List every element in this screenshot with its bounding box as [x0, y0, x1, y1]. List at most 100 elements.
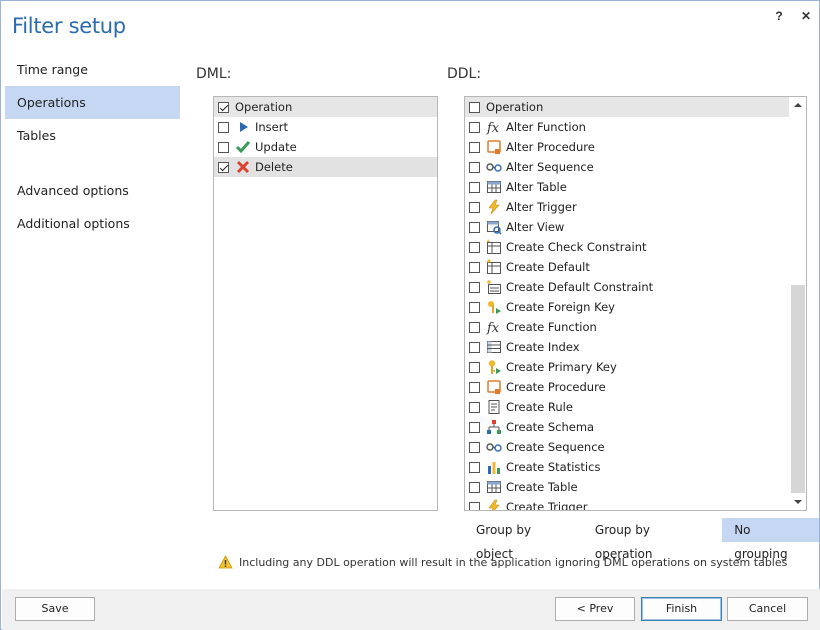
ddl-item-alter-trigger[interactable]: Alter Trigger	[465, 197, 789, 217]
create-function-label: Create Function	[506, 320, 597, 334]
dml-select-all-checkbox[interactable]	[218, 102, 229, 113]
ddl-list-items: Operation fxAlter Function Alter Procedur…	[465, 97, 789, 510]
nav-item-additional-options[interactable]: Additional options	[5, 207, 180, 240]
ddl-header-row[interactable]: Operation	[465, 97, 789, 117]
ddl-item-alter-function[interactable]: fxAlter Function	[465, 117, 789, 137]
ddl-item-create-table[interactable]: Create Table	[465, 477, 789, 497]
dml-header-row[interactable]: Operation	[214, 97, 437, 117]
ddl-item-create-default[interactable]: Create Default	[465, 257, 789, 277]
ddl-item-create-default-constraint[interactable]: Create Default Constraint	[465, 277, 789, 297]
create-statistics-label: Create Statistics	[506, 460, 600, 474]
create-primary-key-label: Create Primary Key	[506, 360, 617, 374]
cancel-button[interactable]: Cancel	[727, 597, 808, 621]
ddl-item-create-statistics[interactable]: Create Statistics	[465, 457, 789, 477]
grouping-options: Group by object Group by operation No gr…	[464, 518, 819, 542]
alter-sequence-checkbox[interactable]	[469, 162, 480, 173]
create-procedure-checkbox[interactable]	[469, 382, 480, 393]
create-rule-checkbox[interactable]	[469, 402, 480, 413]
create-function-checkbox[interactable]	[469, 322, 480, 333]
warning-icon	[217, 554, 233, 570]
alter-view-checkbox[interactable]	[469, 222, 480, 233]
rule-icon	[486, 399, 502, 415]
ddl-item-create-function[interactable]: fxCreate Function	[465, 317, 789, 337]
create-trigger-checkbox[interactable]	[469, 502, 480, 511]
create-schema-checkbox[interactable]	[469, 422, 480, 433]
alter-procedure-label: Alter Procedure	[506, 140, 595, 154]
procedure-icon	[486, 379, 502, 395]
create-statistics-checkbox[interactable]	[469, 462, 480, 473]
scroll-down-arrow-icon[interactable]	[789, 494, 806, 510]
ddl-item-create-trigger[interactable]: Create Trigger	[465, 497, 789, 510]
dialog-title: Filter setup	[12, 14, 126, 38]
create-table-label: Create Table	[506, 480, 578, 494]
no-grouping-button[interactable]: No grouping	[722, 518, 819, 542]
ddl-scrollbar[interactable]	[789, 97, 806, 510]
ddl-item-alter-sequence[interactable]: Alter Sequence	[465, 157, 789, 177]
primary-key-icon	[486, 359, 502, 375]
ddl-item-create-check-constraint[interactable]: Create Check Constraint	[465, 237, 789, 257]
create-check-constraint-checkbox[interactable]	[469, 242, 480, 253]
ddl-item-alter-view[interactable]: Alter View	[465, 217, 789, 237]
create-default-checkbox[interactable]	[469, 262, 480, 273]
ddl-item-create-sequence[interactable]: Create Sequence	[465, 437, 789, 457]
ddl-select-all-checkbox[interactable]	[469, 102, 480, 113]
nav-item-time-range[interactable]: Time range	[5, 53, 180, 86]
alter-table-checkbox[interactable]	[469, 182, 480, 193]
dialog-footer: Save < Prev Finish Cancel	[2, 589, 820, 630]
save-button[interactable]: Save	[15, 597, 95, 621]
ddl-item-create-procedure[interactable]: Create Procedure	[465, 377, 789, 397]
dml-item-insert[interactable]: Insert	[214, 117, 437, 137]
create-primary-key-checkbox[interactable]	[469, 362, 480, 373]
trigger-icon	[486, 199, 502, 215]
wizard-nav: Time range Operations Tables Advanced op…	[5, 53, 180, 240]
close-button[interactable]: ✕	[798, 9, 814, 23]
create-table-checkbox[interactable]	[469, 482, 480, 493]
ddl-item-alter-table[interactable]: Alter Table	[465, 177, 789, 197]
create-default-constraint-checkbox[interactable]	[469, 282, 480, 293]
ddl-item-create-index[interactable]: Create Index	[465, 337, 789, 357]
alter-trigger-checkbox[interactable]	[469, 202, 480, 213]
dml-operations-list[interactable]: Operation Insert Update Delete	[213, 96, 438, 511]
ddl-item-alter-procedure[interactable]: Alter Procedure	[465, 137, 789, 157]
ddl-item-create-rule[interactable]: Create Rule	[465, 397, 789, 417]
nav-item-operations[interactable]: Operations	[5, 86, 180, 119]
delete-checkbox[interactable]	[218, 162, 229, 173]
dml-item-delete[interactable]: Delete	[214, 157, 437, 177]
index-icon	[486, 339, 502, 355]
ddl-item-create-foreign-key[interactable]: Create Foreign Key	[465, 297, 789, 317]
create-default-constraint-label: Create Default Constraint	[506, 280, 653, 294]
create-sequence-label: Create Sequence	[506, 440, 605, 454]
prev-button[interactable]: < Prev	[555, 597, 635, 621]
statistics-icon	[486, 459, 502, 475]
warning-text: Including any DDL operation will result …	[239, 556, 787, 569]
insert-checkbox[interactable]	[218, 122, 229, 133]
create-rule-label: Create Rule	[506, 400, 573, 414]
scroll-up-arrow-icon[interactable]	[789, 97, 806, 113]
help-button[interactable]: ?	[771, 9, 787, 23]
create-sequence-checkbox[interactable]	[469, 442, 480, 453]
ddl-warning: Including any DDL operation will result …	[217, 554, 787, 570]
nav-item-advanced-options[interactable]: Advanced options	[5, 174, 180, 207]
update-checkbox[interactable]	[218, 142, 229, 153]
create-foreign-key-checkbox[interactable]	[469, 302, 480, 313]
create-index-checkbox[interactable]	[469, 342, 480, 353]
create-default-label: Create Default	[506, 260, 590, 274]
alter-function-label: Alter Function	[506, 120, 586, 134]
delete-icon	[235, 159, 251, 175]
ddl-item-create-primary-key[interactable]: Create Primary Key	[465, 357, 789, 377]
alter-procedure-checkbox[interactable]	[469, 142, 480, 153]
create-trigger-label: Create Trigger	[506, 500, 588, 510]
group-by-object-button[interactable]: Group by object	[464, 518, 583, 542]
nav-item-tables[interactable]: Tables	[5, 119, 180, 152]
table-icon	[486, 179, 502, 195]
alter-function-checkbox[interactable]	[469, 122, 480, 133]
dml-item-update[interactable]: Update	[214, 137, 437, 157]
ddl-item-create-schema[interactable]: Create Schema	[465, 417, 789, 437]
finish-button[interactable]: Finish	[641, 597, 722, 621]
scroll-thumb[interactable]	[791, 285, 805, 493]
ddl-header-label: Operation	[486, 100, 543, 114]
group-by-operation-button[interactable]: Group by operation	[583, 518, 722, 542]
ddl-operations-list[interactable]: Operation fxAlter Function Alter Procedur…	[464, 96, 807, 511]
create-procedure-label: Create Procedure	[506, 380, 606, 394]
dml-header-label: Operation	[235, 100, 292, 114]
